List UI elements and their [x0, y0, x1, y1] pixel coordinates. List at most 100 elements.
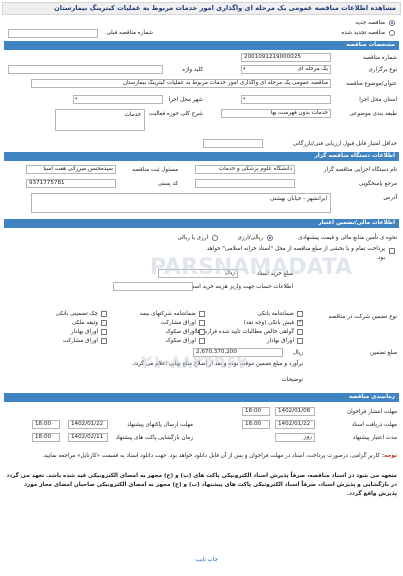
guarantee-note: برآورد و مبلغ تضمین موقت بوده و بعد از ا…: [131, 361, 303, 367]
guarantee-checkbox[interactable]: [101, 311, 107, 317]
guarantee-option-label: وثیقه ملکی: [71, 320, 98, 326]
guarantee-checkbox[interactable]: [101, 338, 107, 344]
rial-radio[interactable]: [267, 235, 273, 241]
funding-source-label: نحوه ی تأمین منابع مالی و قیمت پیشنهادی: [298, 235, 397, 241]
tender-number-field: 2001091219000025: [241, 53, 331, 62]
doc-deadline-date-field: 1402/01/22: [275, 420, 315, 429]
guarantee-checkbox[interactable]: [297, 311, 303, 317]
keyword-label: کلید واژه: [182, 67, 203, 73]
guarantee-amount-field: 2,670,370,200: [193, 348, 283, 357]
city-select[interactable]: [73, 95, 163, 104]
account-label: اطلاعات حساب جهت واریز هزینه خرید اسناد: [188, 284, 293, 290]
doc-price-field: ریال: [158, 269, 238, 278]
submit-label: مهلت ارسال پاکتهای پیشنهاد: [127, 422, 193, 428]
guarantee-checkbox[interactable]: [199, 320, 205, 326]
note-label: توجه:: [381, 453, 397, 459]
section-dates: زمانبندی مناقصه: [4, 393, 399, 402]
doc-deadline-time-field: 18:00: [242, 420, 270, 429]
publish-date-field: 1402/01/08: [275, 407, 315, 416]
guarantee-option-label: فیش بانکی (وجه نقد): [243, 320, 294, 326]
category-field: خدمات بدون فهرست بها: [221, 109, 331, 118]
guarantee-checkbox[interactable]: [199, 311, 205, 317]
province-select[interactable]: [241, 95, 331, 104]
subject-field: مناقصه عمومی یک مرحله ای واگذاری امور خد…: [31, 79, 331, 88]
new-tender-radio[interactable]: [389, 20, 395, 26]
reference-field: [195, 179, 295, 188]
guarantee-amount-label: مبلغ تضمین: [370, 350, 397, 356]
guarantee-option[interactable]: اوراق صکوک: [109, 328, 205, 337]
note-signature: متعهد می شود در اسناد مناقصه، صرفاً پذیر…: [6, 473, 397, 497]
province-label: استان محل اجرا: [359, 97, 397, 103]
registrar-label: مسئول ثبت مناقصه: [132, 167, 178, 173]
guarantee-option-label: ضمانتنامه شرکتهای بیمه: [139, 311, 196, 317]
account-field: [113, 282, 193, 291]
guarantee-option[interactable]: چک تضمینی بانکی: [11, 310, 107, 319]
guarantee-checkbox[interactable]: [101, 329, 107, 335]
tender-number-label: شماره مناقصه: [363, 55, 397, 61]
activity-field: خدمات: [55, 109, 145, 131]
guarantee-checkbox[interactable]: [199, 329, 205, 335]
opening-date-field: 1402/02/11: [68, 433, 108, 442]
section-tender-info: مشخصات مناقصه: [4, 41, 399, 50]
guarantee-options: ضمانتنامه بانکی ضمانتنامه شرکتهای بیمه چک …: [8, 310, 303, 346]
guarantee-checkbox[interactable]: [101, 320, 107, 326]
guarantee-option[interactable]: ضمانتنامه بانکی: [207, 310, 303, 319]
rial-or-currency-label: ارزی یا ریالی: [177, 235, 208, 241]
guarantee-option[interactable]: گواهی خالص مطالبات تایید شده قراردادها: [196, 328, 303, 337]
print-footer[interactable]: چاپ تایپ: [195, 556, 218, 564]
opening-time-field: 18:00: [32, 433, 60, 442]
guarantee-option[interactable]: وثیقه ملکی: [11, 319, 107, 328]
guarantee-checkbox[interactable]: [297, 338, 303, 344]
validity-field: روز: [275, 433, 315, 442]
guarantee-option-label: اوراق بهادار: [266, 338, 294, 344]
payment-note: پرداخت تمام و یا بخشی از مبلغ مناقصه از …: [206, 246, 385, 261]
holding-type-label: نوع برگزاری: [368, 67, 397, 73]
section-finance-info: اطلاعات مالی/تضمین اعتبار: [4, 219, 399, 228]
guarantee-option-label: اوراق مشارکت: [160, 320, 196, 326]
org-name-label: نام دستگاه اجرایی مناقصه گزار: [323, 167, 397, 173]
doc-deadline-label: مهلت دریافت اسناد: [351, 422, 397, 428]
rial-or-currency-radio[interactable]: [212, 235, 218, 241]
guarantee-option-label: چک تضمینی بانکی: [55, 311, 98, 317]
new-tender-label: مناقصه جدید: [355, 20, 385, 26]
city-label: شهر محل اجرا: [168, 97, 203, 103]
guarantee-option[interactable]: اوراق مشارکت: [109, 319, 205, 328]
islamic-treasury-checkbox[interactable]: [389, 248, 395, 254]
previous-number-label: شماره مناقصه قبلی: [106, 30, 153, 36]
guarantee-desc-label: توضیحات: [281, 377, 303, 383]
validity-label: مدت اعتبار پیشنهاد: [352, 435, 397, 441]
address-field: ایرانشهر - خیابان بهشتی: [31, 193, 331, 213]
guarantee-option[interactable]: اوراق صکوک: [109, 337, 205, 346]
reference-label: مرجع پاسخگویی: [358, 181, 397, 187]
page-title: مشاهده اطلاعات مناقصه عمومی یک مرحله ای …: [2, 2, 401, 15]
guarantee-option[interactable]: اوراق مشارکت: [11, 337, 107, 346]
guarantee-option-label: گواهی خالص مطالبات تایید شده قراردادها: [195, 329, 294, 335]
submit-date-field: 1402/01/22: [68, 420, 108, 429]
guarantee-checkbox[interactable]: [297, 318, 303, 326]
org-name-field: دانشگاه علوم پزشکی و خدمات: [195, 165, 295, 174]
note-download: توجه: کاربر گرامی، درصورت پرداخت، اسناد …: [6, 452, 397, 461]
rial-radio-label: ریالی/ارزی: [237, 235, 263, 241]
guarantee-option-label: اوراق بهادار: [70, 329, 98, 335]
keyword-field[interactable]: [8, 65, 163, 74]
guarantee-option-label: اوراق صکوک: [165, 338, 196, 344]
previous-number-field[interactable]: [8, 29, 98, 38]
opening-label: زمان بازگشایی پاکت های پیشنهاد: [115, 435, 193, 441]
doc-price-label: مبلغ خرید اسناد: [256, 271, 293, 277]
section-org-info: اطلاعات دستگاه مناقصه گزار: [4, 152, 399, 161]
guarantee-option-label: ضمانتنامه بانکی: [257, 311, 294, 317]
holding-type-select[interactable]: یک مرحله ای: [241, 65, 331, 74]
guarantee-checkbox[interactable]: [199, 338, 205, 344]
registrar-field: سیدمحسن میرزائی هفت آسیا: [26, 165, 116, 174]
note-text: کاربر گرامی، درصورت پرداخت، اسناد در مهل…: [42, 453, 380, 459]
guarantee-option-label: اوراق مشارکت: [62, 338, 98, 344]
guarantee-type-label: نوع تضمین شرکت در مناقصه: [328, 314, 397, 320]
guarantee-option[interactable]: ضمانتنامه شرکتهای بیمه: [109, 310, 205, 319]
guarantee-checkbox[interactable]: [297, 329, 303, 335]
guarantee-option[interactable]: اوراق بهادار: [207, 337, 303, 346]
guarantee-option[interactable]: فیش بانکی (وجه نقد): [207, 318, 303, 328]
guarantee-option[interactable]: اوراق بهادار: [11, 328, 107, 337]
postal-code-field: 9371775781: [26, 179, 116, 188]
renewed-tender-radio[interactable]: [389, 30, 395, 36]
guarantee-option-label: اوراق صکوک: [165, 329, 196, 335]
